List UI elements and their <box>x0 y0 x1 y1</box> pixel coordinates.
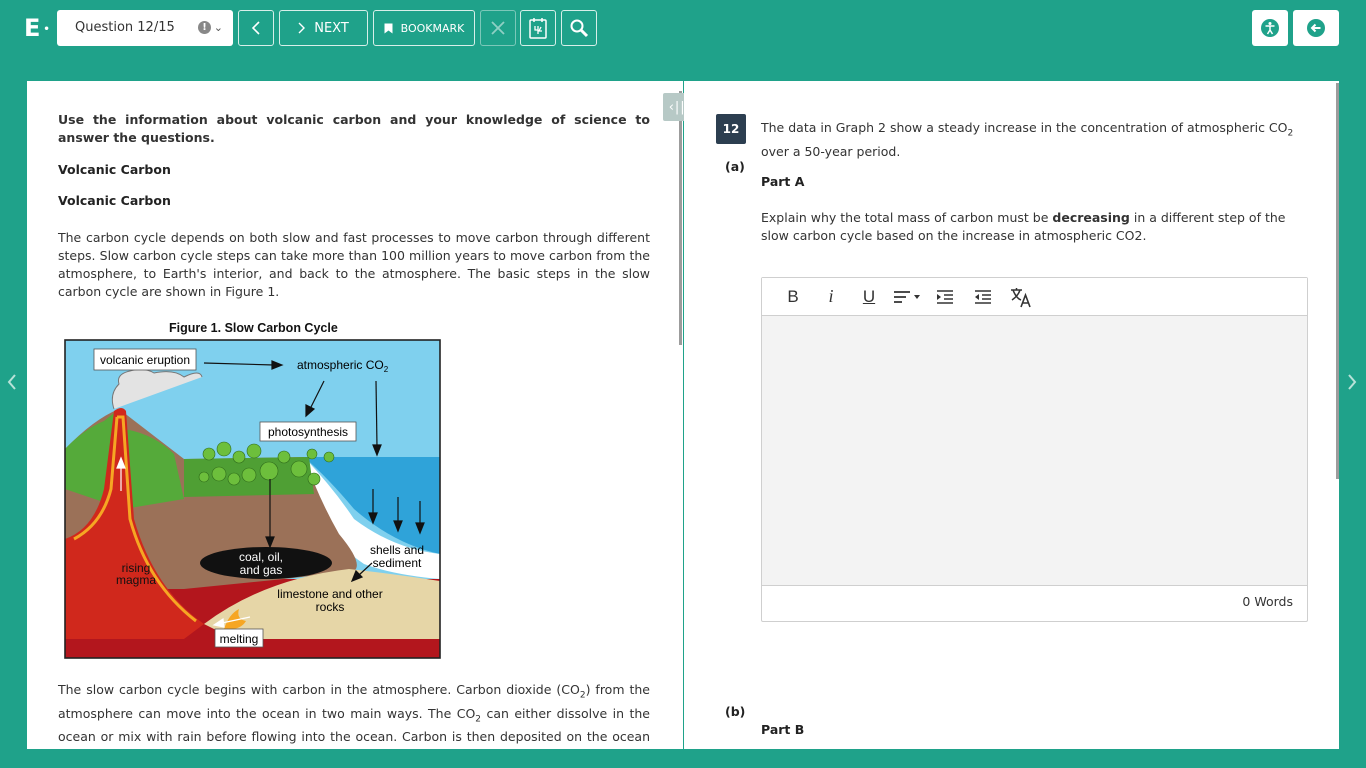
bookmark-button[interactable]: BOOKMARK <box>373 10 475 46</box>
editor-toolbar: B i U <box>762 278 1307 316</box>
warning-icon: ! <box>198 21 211 34</box>
stimulus-paragraph-2: The slow carbon cycle begins with carbon… <box>58 682 650 749</box>
underline-button[interactable]: U <box>850 278 888 316</box>
next-page-arrow-icon[interactable] <box>1347 374 1357 395</box>
chevron-left-icon <box>251 21 260 35</box>
label-melting: melting <box>220 632 259 646</box>
stimulus-subheading: Volcanic Carbon <box>58 193 171 208</box>
bookmark-icon <box>384 23 393 33</box>
calculator-button[interactable] <box>520 10 556 46</box>
question-select-value: Question 12/15 <box>75 20 175 35</box>
chevron-down-icon: ⌄ <box>213 21 223 34</box>
label-photosynthesis: photosynthesis <box>268 425 348 439</box>
zoom-button[interactable] <box>561 10 597 46</box>
indent-icon <box>975 289 991 304</box>
accessibility-button[interactable] <box>1252 10 1288 46</box>
question-stem: The data in Graph 2 show a steady increa… <box>761 120 1294 159</box>
translate-button[interactable] <box>1002 278 1040 316</box>
carbon-cycle-figure: volcanic eruption atmospheric CO2 photos… <box>64 339 441 659</box>
top-toolbar: E • Question 12/15 ! ⌄ NEXT BOOKMARK <box>0 0 1366 56</box>
part-a-letter: (a) <box>725 159 745 174</box>
magnifier-icon <box>570 19 589 38</box>
part-a-prompt: Explain why the total mass of carbon mus… <box>761 210 1286 243</box>
outdent-button[interactable] <box>926 278 964 316</box>
app-logo: E • <box>24 14 50 42</box>
question-select[interactable]: Question 12/15 ! ⌄ <box>57 10 233 46</box>
chevron-right-icon <box>298 22 306 34</box>
close-icon <box>491 21 505 35</box>
italic-button[interactable]: i <box>812 278 850 316</box>
bookmark-button-label: BOOKMARK <box>400 21 465 35</box>
stimulus-paragraph-1: The carbon cycle depends on both slow an… <box>58 230 650 299</box>
accessibility-icon <box>1261 19 1279 37</box>
stimulus-intro: Use the information about volcanic carbo… <box>58 112 650 145</box>
logo-dot: • <box>43 23 50 35</box>
question-scrollbar[interactable] <box>1336 83 1339 479</box>
word-count: 0 Words <box>1242 594 1293 609</box>
calculator-icon <box>529 18 547 39</box>
stimulus-scrollbar[interactable] <box>679 91 682 345</box>
eliminate-button[interactable] <box>480 10 516 46</box>
italic-icon: i <box>828 286 834 306</box>
exit-button[interactable] <box>1293 10 1339 46</box>
stimulus-heading: Volcanic Carbon <box>58 162 171 177</box>
underline-icon: U <box>862 286 876 306</box>
label-volcanic-eruption: volcanic eruption <box>100 353 190 367</box>
next-button[interactable]: NEXT <box>279 10 368 46</box>
logo-letter: E <box>24 14 41 42</box>
stimulus-panel: Use the information about volcanic carbo… <box>27 81 683 749</box>
arrow-left-circle-icon <box>1307 19 1325 37</box>
next-button-label: NEXT <box>314 20 349 36</box>
align-left-icon <box>894 290 920 303</box>
part-a-title: Part A <box>761 174 805 189</box>
indent-button[interactable] <box>964 278 1002 316</box>
previous-button[interactable] <box>238 10 274 46</box>
label-coal-oil-gas: coal, oil, and gas <box>239 550 283 577</box>
response-editor: B i U 0 Words <box>761 277 1308 622</box>
label-shells-sediment: shells and sediment <box>370 543 424 570</box>
bold-button[interactable]: B <box>774 278 812 316</box>
label-rising-magma: rising magma <box>116 561 156 587</box>
label-atmospheric-co2: atmospheric CO2 <box>297 358 389 374</box>
response-text-area[interactable] <box>762 316 1307 586</box>
part-b-letter: (b) <box>725 704 746 719</box>
question-number-badge: 12 <box>716 114 746 144</box>
translate-icon <box>1011 287 1031 307</box>
bold-icon: B <box>787 286 799 306</box>
part-b-title: Part B <box>761 722 805 737</box>
prev-page-arrow-icon[interactable] <box>7 374 17 395</box>
question-panel: 12 The data in Graph 2 show a steady inc… <box>684 81 1339 749</box>
figure-title: Figure 1. Slow Carbon Cycle <box>169 321 338 335</box>
align-dropdown-button[interactable] <box>888 278 926 316</box>
outdent-icon <box>937 289 953 304</box>
